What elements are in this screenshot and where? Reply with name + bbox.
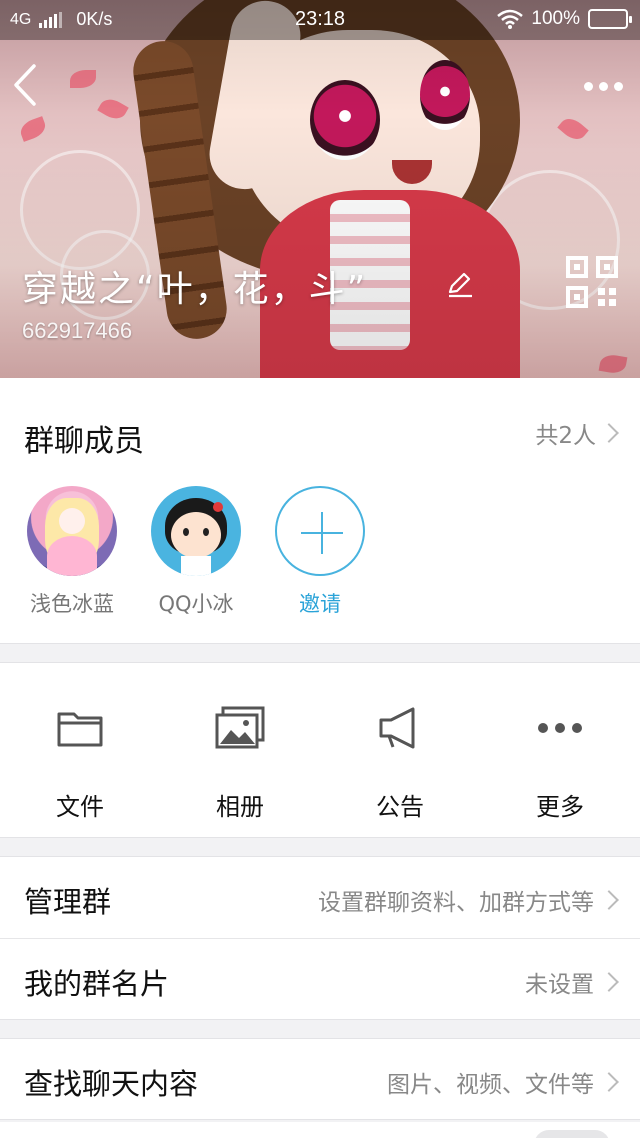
files-button[interactable]: 文件 — [20, 703, 140, 822]
search-chat-history-row[interactable]: 查找聊天内容 图片、视频、文件等 — [0, 1038, 640, 1120]
member-item[interactable]: 浅色冰蓝 — [22, 486, 122, 618]
group-id: 662917466 — [22, 318, 133, 343]
more-icon — [538, 723, 582, 733]
megaphone-icon — [379, 707, 415, 749]
chevron-right-icon — [599, 890, 619, 910]
avatar — [27, 486, 117, 576]
row-value: 未设置 — [525, 972, 594, 998]
members-count: 共2人 — [535, 423, 596, 449]
chevron-right-icon — [599, 423, 619, 443]
member-name: QQ小冰 — [158, 592, 234, 616]
battery-percent: 100% — [531, 8, 580, 29]
group-tools: 文件 相册 公告 更多 — [0, 662, 640, 838]
more-menu-button[interactable] — [580, 72, 626, 100]
my-group-card-row[interactable]: 我的群名片 未设置 — [0, 938, 640, 1020]
member-name: 浅色冰蓝 — [30, 592, 114, 616]
chevron-right-icon — [599, 972, 619, 992]
manage-group-row[interactable]: 管理群 设置群聊资料、加群方式等 — [0, 856, 640, 938]
group-info-page: 4G 0K/s 23:18 100% 穿越之“叶，花，斗” 662917466 … — [0, 0, 640, 1138]
qr-code-icon[interactable] — [566, 256, 618, 308]
toggle-switch[interactable] — [534, 1130, 610, 1138]
tool-label: 相册 — [216, 793, 264, 821]
edit-icon[interactable] — [446, 270, 474, 298]
tool-label: 更多 — [536, 793, 584, 821]
folder-icon — [57, 712, 103, 747]
row-label: 查找聊天内容 — [24, 1067, 199, 1101]
album-button[interactable]: 相册 — [180, 703, 300, 822]
battery-icon — [588, 9, 632, 29]
row-value: 设置群聊资料、加群方式等 — [318, 890, 594, 916]
back-arrow-icon — [14, 64, 36, 106]
back-button[interactable] — [10, 62, 50, 112]
status-bar: 4G 0K/s 23:18 100% — [0, 0, 640, 40]
invite-button[interactable]: 邀请 — [270, 486, 370, 618]
tool-label: 公告 — [376, 793, 424, 821]
next-setting-row — [0, 1122, 640, 1138]
member-item[interactable]: QQ小冰 — [146, 486, 246, 618]
tool-label: 文件 — [56, 793, 104, 821]
members-title: 群聊成员 — [24, 424, 144, 459]
avatar — [151, 486, 241, 576]
announcement-button[interactable]: 公告 — [340, 703, 460, 822]
group-name: 穿越之“叶，花，斗” — [22, 269, 368, 310]
chevron-right-icon — [599, 1072, 619, 1092]
row-label: 我的群名片 — [24, 967, 170, 1001]
more-dots-icon — [583, 81, 593, 91]
wifi-icon — [497, 9, 524, 29]
more-tools-button[interactable]: 更多 — [500, 703, 620, 822]
album-icon — [215, 706, 265, 749]
plus-icon — [275, 486, 365, 576]
invite-label: 邀请 — [299, 592, 341, 616]
row-value: 图片、视频、文件等 — [387, 1072, 594, 1098]
members-count-link[interactable]: 共2人 — [535, 416, 619, 450]
row-label: 管理群 — [24, 885, 112, 919]
members-section: 群聊成员 共2人 浅色冰蓝 QQ小冰 邀请 — [0, 378, 640, 644]
